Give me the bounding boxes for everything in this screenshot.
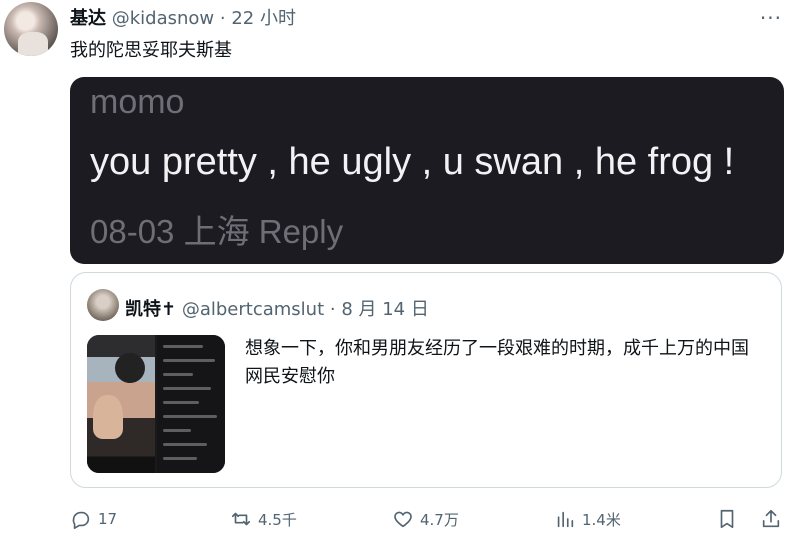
image-meta: 08-03 上海 Reply bbox=[90, 213, 344, 250]
retweet-icon bbox=[231, 512, 251, 526]
thumbnail-photo bbox=[87, 335, 155, 473]
tweet-header: 基达 @kidasnow · 22 小时 bbox=[70, 4, 296, 30]
views-count: 1.4米 bbox=[582, 510, 621, 529]
image-username: momo bbox=[90, 83, 185, 121]
quoted-author-name: 凯特 bbox=[125, 299, 161, 320]
reply-button[interactable]: 17 bbox=[70, 508, 117, 530]
tweet-actions: 17 4.5千 4.7万 1.4米 bbox=[70, 508, 784, 536]
separator-dot: · bbox=[329, 299, 336, 320]
views-icon bbox=[557, 511, 574, 528]
tweet-image[interactable]: momo you pretty , he ugly , u swan , he … bbox=[70, 77, 784, 264]
share-button[interactable] bbox=[760, 508, 782, 530]
like-button[interactable]: 4.7万 bbox=[392, 508, 459, 530]
thumbnail-screenshot bbox=[157, 335, 225, 473]
bookmark-button[interactable] bbox=[716, 508, 738, 530]
views-button[interactable]: 1.4米 bbox=[554, 508, 621, 530]
reply-icon bbox=[72, 511, 90, 529]
quoted-author-avatar bbox=[87, 289, 119, 321]
quoted-author-handle: @albertcamslut bbox=[181, 299, 325, 320]
author-handle[interactable]: @kidasnow bbox=[112, 8, 214, 29]
heart-icon bbox=[394, 511, 412, 528]
tweet-text: 我的陀思妥耶夫斯基 bbox=[70, 40, 232, 61]
separator-dot: · bbox=[219, 8, 226, 29]
share-icon bbox=[762, 509, 780, 528]
quoted-tweet-header: 凯特✝ @albertcamslut · 8 月 14 日 bbox=[125, 295, 429, 321]
quoted-tweet-text: 想象一下，你和男朋友经历了一段艰难的时期，成千上万的中国网民安慰你 bbox=[245, 338, 749, 387]
quoted-name-suffix: ✝ bbox=[161, 299, 177, 320]
like-count: 4.7万 bbox=[420, 510, 459, 529]
author-avatar[interactable] bbox=[4, 2, 58, 56]
author-name[interactable]: 基达 bbox=[70, 8, 106, 29]
more-options-icon[interactable]: ··· bbox=[760, 6, 782, 30]
retweet-count: 4.5千 bbox=[258, 510, 297, 529]
tweet-time[interactable]: 22 小时 bbox=[231, 8, 296, 29]
bookmark-icon bbox=[720, 509, 734, 529]
image-message: you pretty , he ugly , u swan , he frog … bbox=[90, 141, 735, 183]
quoted-tweet-thumbnail[interactable] bbox=[87, 335, 225, 473]
quoted-tweet-time: 8 月 14 日 bbox=[341, 299, 429, 320]
reply-count: 17 bbox=[98, 510, 118, 528]
retweet-button[interactable]: 4.5千 bbox=[230, 508, 297, 530]
quoted-tweet[interactable]: 凯特✝ @albertcamslut · 8 月 14 日 想象一下，你和男朋友… bbox=[70, 272, 782, 488]
